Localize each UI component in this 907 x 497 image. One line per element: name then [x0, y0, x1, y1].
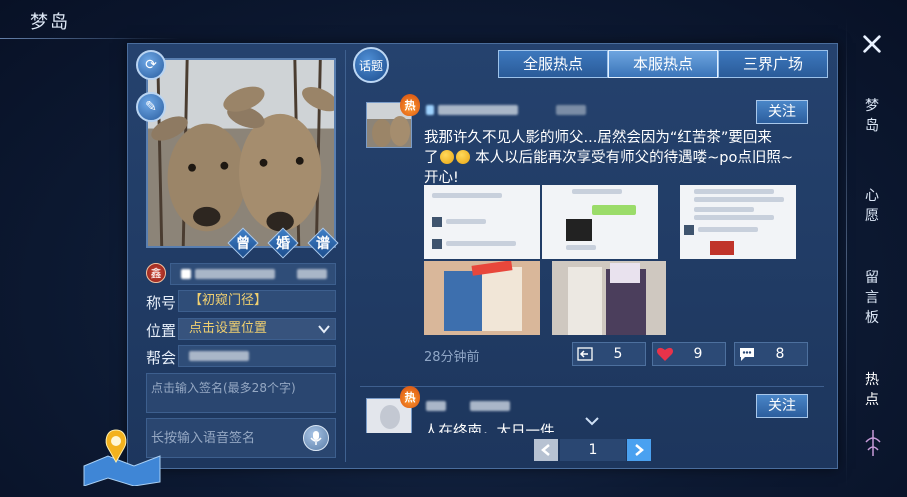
- hot-badge: 热: [400, 386, 420, 408]
- chevron-left-icon: [541, 444, 550, 456]
- guild-value: [178, 345, 336, 367]
- microphone-button[interactable]: [303, 425, 329, 451]
- page-number: 1: [560, 439, 626, 461]
- location-select[interactable]: 点击设置位置: [178, 318, 336, 340]
- post-text-line: 了 本人以后能再次享受有师父的待遇喽~po点旧照~: [424, 148, 793, 168]
- profile-photo[interactable]: [146, 58, 336, 248]
- post-author[interactable]: [426, 398, 511, 413]
- microphone-icon: [310, 431, 322, 445]
- share-icon: [573, 347, 597, 361]
- nav-char: 热: [865, 372, 879, 388]
- tab-this-server-hot[interactable]: 本服热点: [608, 50, 718, 78]
- former-name-button[interactable]: 曾: [227, 227, 259, 259]
- tab-all-server-hot[interactable]: 全服热点: [498, 50, 608, 78]
- post-image[interactable]: [542, 185, 658, 259]
- prev-page-button[interactable]: [534, 439, 558, 461]
- emoji-icon: [455, 150, 470, 164]
- deer-photo-icon: [148, 60, 334, 246]
- post-text-fragment: 了: [424, 150, 439, 166]
- scroll-down-icon[interactable]: [584, 416, 600, 426]
- post-text-fragment: 本人以后能再次享受有师父的待遇喽~po点旧照~: [470, 150, 793, 166]
- refresh-button[interactable]: ⟳: [136, 50, 166, 80]
- close-icon: [863, 35, 881, 53]
- nav-char: 留: [865, 270, 879, 286]
- nav-item-message-board[interactable]: 留 言 板: [848, 268, 896, 328]
- feed-list[interactable]: 热 关注 我那许久不见人影的师父...居然会因为“红苦茶”要回来 了 本人以后能…: [360, 88, 824, 433]
- button-label: 曾: [236, 236, 250, 252]
- nav-char: 心: [865, 188, 879, 204]
- hot-badge: 热: [400, 94, 420, 116]
- topic-badge[interactable]: 话题: [353, 47, 389, 83]
- nav-char: 点: [865, 392, 879, 408]
- comment-icon: [735, 346, 759, 362]
- follow-button[interactable]: 关注: [756, 394, 808, 418]
- title-label: 称号: [146, 294, 177, 312]
- nav-char: 板: [865, 310, 879, 326]
- voice-signature-placeholder: 长按输入语音签名: [151, 431, 256, 446]
- app-title: 梦岛: [30, 12, 70, 33]
- nav-char: 愿: [865, 208, 879, 224]
- comment-count: 8: [775, 346, 785, 362]
- like-button[interactable]: 9: [652, 342, 726, 366]
- heart-icon: [653, 346, 677, 362]
- location-row: 位置 点击设置位置: [146, 318, 336, 340]
- title-value[interactable]: 【初窥门径】: [178, 290, 336, 312]
- voice-signature-field[interactable]: 长按输入语音签名: [146, 418, 336, 458]
- share-count: 5: [613, 346, 623, 362]
- refresh-icon: ⟳: [145, 57, 157, 73]
- title-row: 称号 【初窥门径】: [146, 290, 336, 312]
- emoji-icon: [439, 150, 454, 164]
- post-text-line: 我那许久不见人影的师父...居然会因为“红苦茶”要回来: [424, 130, 772, 146]
- comment-button[interactable]: 8: [734, 342, 808, 366]
- post-divider: [360, 386, 824, 387]
- nav-char: 梦: [865, 98, 879, 114]
- post-image[interactable]: [680, 185, 796, 259]
- location-label: 位置: [146, 322, 177, 340]
- post-author[interactable]: [426, 102, 587, 117]
- edit-icon: ✎: [145, 99, 157, 115]
- nav-item-dream-island[interactable]: 梦 岛: [848, 96, 896, 136]
- flower-decoration-icon: [862, 428, 884, 458]
- nav-rail-divider: [846, 18, 847, 488]
- guild-row: 帮会: [146, 345, 336, 367]
- nav-char: 岛: [865, 118, 879, 134]
- post-image[interactable]: [552, 261, 666, 335]
- tab-three-realms-square[interactable]: 三界广场: [718, 50, 828, 78]
- panel-divider: [345, 50, 346, 462]
- name-row: 鑫: [146, 263, 336, 285]
- close-button[interactable]: [856, 30, 888, 58]
- nav-char: 言: [865, 290, 879, 306]
- like-count: 9: [693, 346, 703, 362]
- post-time: 28分钟前: [424, 350, 480, 365]
- genealogy-button[interactable]: 谱: [307, 227, 339, 259]
- family-badge: 鑫: [146, 263, 166, 283]
- post-image[interactable]: [424, 261, 540, 335]
- share-button[interactable]: 5: [572, 342, 646, 366]
- post-text-line: 人在终南，大日一件: [424, 424, 555, 433]
- guild-label: 帮会: [146, 349, 177, 367]
- signature-input[interactable]: 点击输入签名(最多28个字): [146, 373, 336, 413]
- map-location-icon[interactable]: [82, 426, 162, 487]
- nav-item-wish[interactable]: 心 愿: [848, 186, 896, 226]
- follow-button[interactable]: 关注: [756, 100, 808, 124]
- player-name-field: [170, 263, 336, 285]
- location-value: 点击设置位置: [189, 321, 268, 336]
- button-label: 谱: [316, 236, 330, 252]
- chevron-down-icon: [318, 325, 330, 334]
- title-underline: [0, 38, 180, 39]
- marriage-button[interactable]: 婚: [267, 227, 299, 259]
- next-page-button[interactable]: [627, 439, 651, 461]
- chevron-right-icon: [635, 444, 644, 456]
- edit-avatar-button[interactable]: ✎: [136, 92, 166, 122]
- nav-item-hot[interactable]: 热 点: [848, 370, 896, 410]
- post-image[interactable]: [424, 185, 540, 259]
- button-label: 婚: [276, 236, 290, 252]
